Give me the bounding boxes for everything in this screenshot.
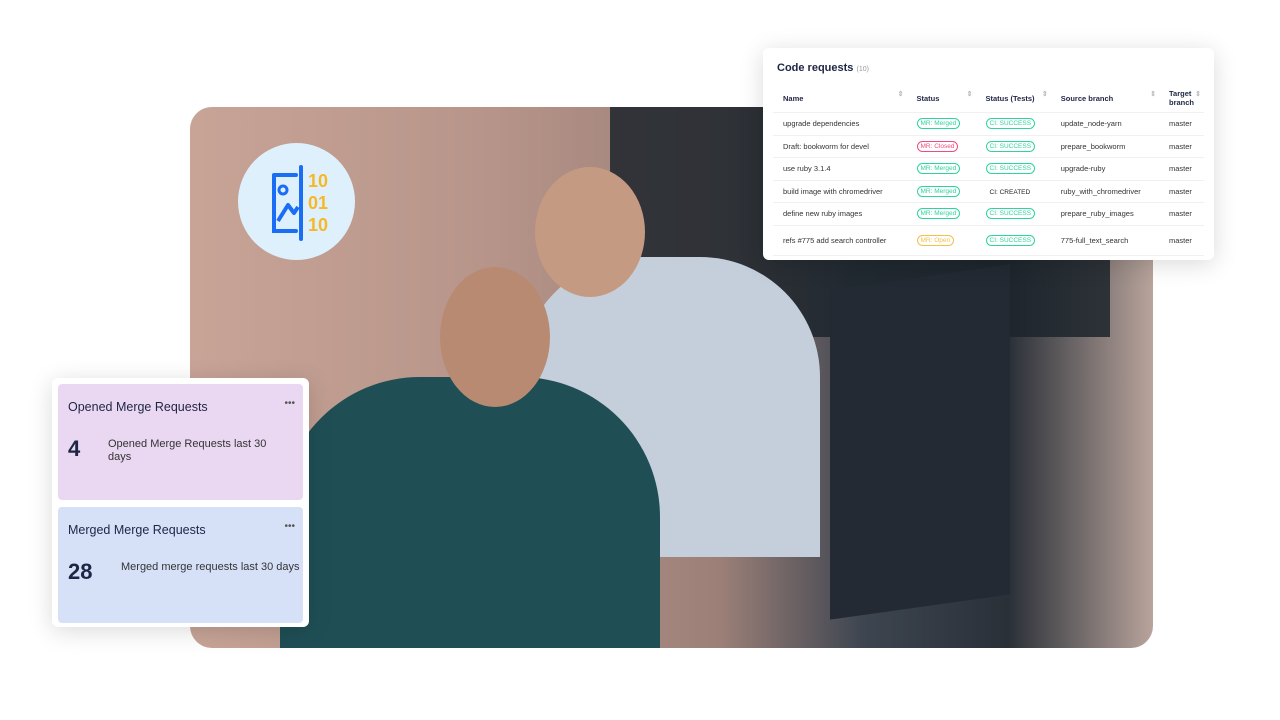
cell-source: 775-full_text_search — [1050, 225, 1159, 256]
column-header[interactable]: Source branch — [1050, 84, 1159, 113]
cell-name: refs #775 add search controller — [773, 225, 907, 256]
cell-tests: CI: CREATED — [975, 180, 1051, 203]
stat-description: Opened Merge Requests last 30 days — [108, 438, 267, 463]
cell-target: master — [1159, 202, 1204, 226]
card-title: Code requests (10) — [777, 62, 869, 74]
cell-source: prepare_bookworm — [1050, 135, 1159, 158]
cell-tests: CI: SUCCESS — [975, 202, 1051, 226]
stat-description: Merged merge requests last 30 days — [121, 561, 300, 573]
table-row[interactable]: use ruby 3.1.4 MR: Merged CI: SUCCESS upgra… — [773, 157, 1204, 181]
stat-value: 4 — [68, 436, 81, 461]
cell-target: master — [1159, 180, 1204, 203]
tests-badge: CI: SUCCESS — [985, 118, 1036, 130]
stat-widget: Opened Merge Requests ••• 4 Opened Merge Re… — [58, 384, 303, 500]
table-row[interactable]: upgrade dependencies MR: Merged CI: SUCCES… — [773, 112, 1204, 136]
table-row[interactable]: Draft: bookworm for devel MR: Closed CI: S… — [773, 135, 1204, 158]
svg-text:01: 01 — [308, 193, 328, 213]
status-badge: MR: Merged — [916, 208, 961, 220]
code-requests-card: Code requests (10) NameStatusStatus (Tes… — [763, 48, 1214, 260]
cell-status: MR: Closed — [906, 135, 976, 158]
cell-name: upgrade dependencies — [773, 112, 907, 136]
widget-title: Opened Merge Requests — [68, 400, 208, 414]
stat-value: 28 — [68, 559, 93, 584]
svg-text:10: 10 — [308, 171, 328, 191]
status-badge: MR: Merged — [916, 163, 961, 175]
column-header[interactable]: Status (Tests) — [975, 84, 1051, 113]
cell-name: define new ruby images — [773, 202, 907, 226]
tests-badge: CI: CREATED — [989, 188, 1031, 196]
cell-name: build image with chromedriver — [773, 180, 907, 203]
cell-tests: CI: SUCCESS — [975, 225, 1051, 256]
cell-source: upgrade-ruby — [1050, 157, 1159, 181]
tests-badge: CI: SUCCESS — [985, 140, 1036, 152]
cell-status: MR: Open — [906, 225, 976, 256]
status-badge: MR: Closed — [916, 140, 959, 152]
column-header[interactable]: Target branch — [1159, 84, 1204, 113]
column-header[interactable]: Name — [773, 84, 907, 113]
tests-badge: CI: SUCCESS — [985, 234, 1036, 246]
tests-badge: CI: SUCCESS — [985, 163, 1036, 175]
status-badge: MR: Merged — [916, 185, 961, 197]
cell-status: MR: Merged — [906, 157, 976, 181]
cell-target: master — [1159, 112, 1204, 136]
widget-title: Merged Merge Requests — [68, 523, 206, 537]
cell-target: master — [1159, 135, 1204, 158]
cell-name: Draft: bookworm for devel — [773, 135, 907, 158]
column-header[interactable]: Status — [906, 84, 976, 113]
table-row[interactable]: build image with chromedriver MR: Merged C… — [773, 180, 1204, 203]
cell-status: MR: Merged — [906, 202, 976, 226]
table-row[interactable]: define new ruby images MR: Merged CI: SUCC… — [773, 202, 1204, 226]
table-row[interactable]: refs #775 add search controller MR: Open C… — [773, 225, 1204, 256]
stat-widget: Merged Merge Requests ••• 28 Merged merge r… — [58, 507, 303, 623]
status-badge: MR: Open — [916, 234, 955, 246]
more-options-icon[interactable]: ••• — [284, 398, 295, 409]
status-badge: MR: Merged — [916, 118, 961, 130]
cell-source: ruby_with_chromedriver — [1050, 180, 1159, 203]
cell-tests: CI: SUCCESS — [975, 112, 1051, 136]
cell-name: use ruby 3.1.4 — [773, 157, 907, 181]
cell-status: MR: Merged — [906, 112, 976, 136]
code-requests-table: NameStatusStatus (Tests)Source branchTar… — [773, 84, 1204, 256]
cell-target: master — [1159, 157, 1204, 181]
cell-source: update_node-yarn — [1050, 112, 1159, 136]
more-options-icon[interactable]: ••• — [284, 521, 295, 532]
cell-source: prepare_ruby_images — [1050, 202, 1159, 226]
stats-card: Opened Merge Requests ••• 4 Opened Merge Re… — [52, 378, 309, 627]
cell-tests: CI: SUCCESS — [975, 135, 1051, 158]
cell-target: master — [1159, 225, 1204, 256]
cell-tests: CI: SUCCESS — [975, 157, 1051, 181]
svg-text:10: 10 — [308, 215, 328, 235]
tests-badge: CI: SUCCESS — [985, 208, 1036, 220]
cell-status: MR: Merged — [906, 180, 976, 203]
image-binary-icon: 10 01 10 — [238, 143, 355, 260]
